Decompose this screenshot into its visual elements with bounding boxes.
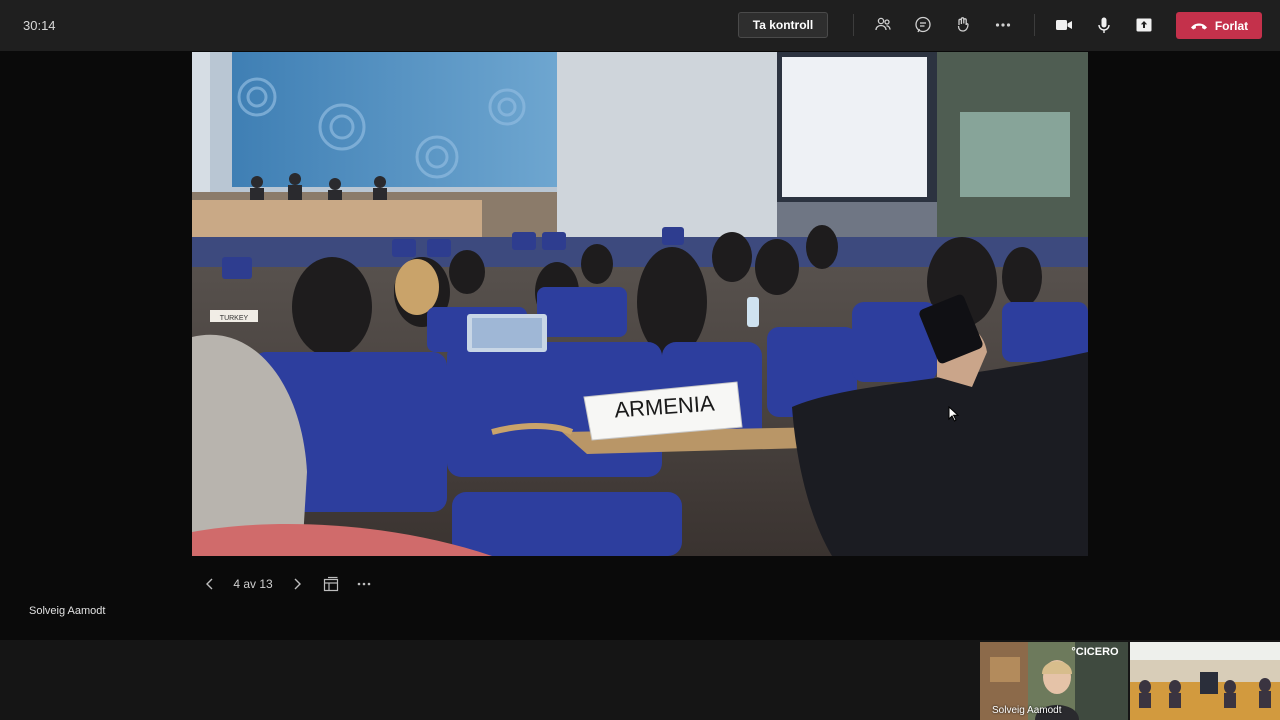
previous-slide-button[interactable] xyxy=(202,572,218,596)
more-icon xyxy=(357,582,371,586)
mouse-cursor-icon xyxy=(948,406,960,422)
participant-tile[interactable] xyxy=(1130,642,1280,720)
cicero-logo: °CICERO xyxy=(1071,646,1119,658)
take-control-button[interactable]: Ta kontroll xyxy=(738,12,828,38)
leave-button[interactable]: Forlat xyxy=(1176,12,1262,39)
reactions-icon[interactable] xyxy=(951,13,975,37)
slide-counter: 4 av 13 xyxy=(233,577,273,591)
meeting-timer: 30:14 xyxy=(23,18,56,33)
presenter-name: Solveig Aamodt xyxy=(29,605,106,617)
mic-icon[interactable] xyxy=(1092,13,1116,37)
more-icon[interactable] xyxy=(991,13,1015,37)
shared-content-stage: ARMENIA TURKEY xyxy=(192,52,1088,556)
participant-video xyxy=(1130,642,1280,720)
meeting-toolbar: 30:14 Ta kontroll Forlat xyxy=(0,0,1280,51)
toolbar-divider xyxy=(1034,14,1035,36)
chevron-left-icon xyxy=(206,578,213,590)
participants-icon[interactable] xyxy=(871,13,895,37)
nameplate-turkey: TURKEY xyxy=(220,315,249,322)
participant-tile[interactable]: °CICERO Solveig Aamodt xyxy=(980,642,1128,720)
slide-grid-button[interactable] xyxy=(321,572,341,596)
share-icon[interactable] xyxy=(1132,13,1156,37)
leave-label: Forlat xyxy=(1214,18,1249,33)
slide-more-button[interactable] xyxy=(354,572,374,596)
conference-room-photo: ARMENIA TURKEY xyxy=(192,52,1088,556)
toolbar-divider xyxy=(853,14,854,36)
grid-icon xyxy=(323,576,339,592)
chat-icon[interactable] xyxy=(911,13,935,37)
camera-icon[interactable] xyxy=(1052,13,1076,37)
participant-name: Solveig Aamodt xyxy=(992,705,1062,716)
chevron-right-icon xyxy=(294,578,301,590)
slide-controls: 4 av 13 xyxy=(200,572,400,596)
hang-up-icon xyxy=(1190,23,1207,29)
next-slide-button[interactable] xyxy=(289,572,305,596)
